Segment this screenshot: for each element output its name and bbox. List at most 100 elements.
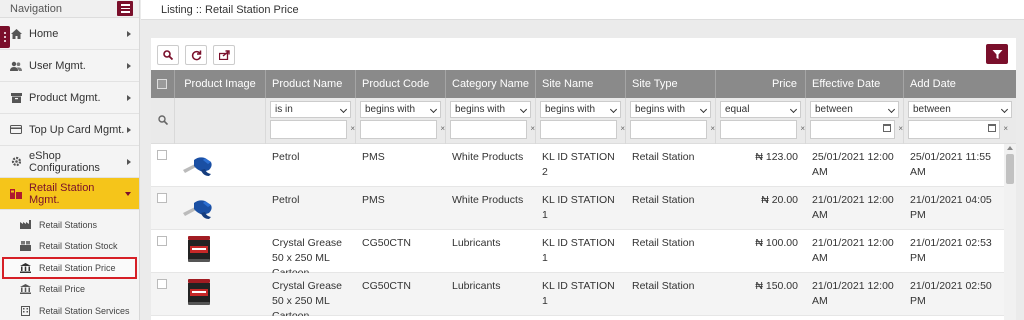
sidebar-subitem-label: Retail Station Stock <box>39 241 118 252</box>
clear-filter-icon[interactable]: × <box>530 124 535 133</box>
clear-filter-icon[interactable]: × <box>710 124 715 133</box>
filter-cell-category-name: begins with × <box>446 98 536 144</box>
filter-operator-select[interactable]: between <box>810 101 899 118</box>
calendar-icon[interactable] <box>988 124 996 132</box>
filter-operator-select[interactable]: begins with <box>450 101 531 118</box>
sidebar-subitem-retail-station-price[interactable]: Retail Station Price <box>2 257 137 279</box>
row-checkbox[interactable] <box>157 279 167 289</box>
cell-product-code: CG50CTN <box>362 237 412 249</box>
column-header-add-date[interactable]: Add Date <box>904 70 1016 98</box>
table-row[interactable]: Petrol PMS White Products KL ID STATION 2 Re… <box>151 144 1004 187</box>
menu-toggle-button[interactable] <box>117 1 133 16</box>
scroll-up-icon[interactable] <box>1007 146 1013 150</box>
filter-value-input[interactable] <box>630 120 707 139</box>
filter-operator-value: between <box>815 104 853 115</box>
column-header-effective-date[interactable]: Effective Date <box>806 70 904 98</box>
sidebar-item-label: Retail Station Mgmt. <box>29 181 95 206</box>
sidebar-subitem-retail-station-stock[interactable]: Retail Station Stock <box>0 236 139 258</box>
chevron-down-icon <box>339 105 348 114</box>
filter-value-input[interactable] <box>720 120 797 139</box>
vertical-scrollbar[interactable] <box>1004 144 1016 320</box>
export-icon <box>218 50 230 60</box>
clear-filter-icon[interactable]: × <box>620 124 625 133</box>
clear-filter-icon[interactable]: × <box>350 124 355 133</box>
clear-filter-icon[interactable]: × <box>1003 124 1008 133</box>
side-options-tab[interactable] <box>0 26 10 48</box>
cell-price: ₦ 123.00 <box>755 151 798 163</box>
users-icon <box>10 60 22 72</box>
filter-cell-product-code: begins with × <box>356 98 446 144</box>
cell-site-name: KL ID STATION 1 <box>542 237 615 264</box>
filter-toggle-button[interactable] <box>986 44 1008 64</box>
filter-operator-select[interactable]: begins with <box>540 101 621 118</box>
scroll-thumb[interactable] <box>1006 154 1014 184</box>
chevron-down-icon <box>887 105 896 114</box>
column-header-product-code[interactable]: Product Code <box>356 70 446 98</box>
export-button[interactable] <box>213 45 235 65</box>
chevron-right-icon <box>127 126 131 133</box>
table-row[interactable]: Crystal Grease 50 x 250 ML Cartoon CG50CT… <box>151 273 1004 316</box>
bank-icon <box>20 262 31 273</box>
column-header-product-name[interactable]: Product Name <box>266 70 356 98</box>
filter-date-input[interactable] <box>908 120 1000 139</box>
filter-operator-value: between <box>913 104 951 115</box>
filter-operator-select[interactable]: begins with <box>630 101 711 118</box>
nav-header-label: Navigation <box>10 2 62 15</box>
sidebar-subitem-retail-stations[interactable]: Retail Stations <box>0 214 139 236</box>
filter-operator-value: equal <box>725 104 750 115</box>
cell-effective-date: 21/01/2021 12:00 AM <box>812 237 894 264</box>
station-icon <box>10 188 22 200</box>
column-header-site-type[interactable]: Site Type <box>626 70 716 98</box>
sidebar-item-eshop-config[interactable]: eShop Configurations <box>0 146 139 178</box>
cell-category-name: Lubricants <box>452 280 501 292</box>
cell-site-type: Retail Station <box>632 237 695 249</box>
column-header-product-image[interactable]: Product Image <box>175 70 266 98</box>
cell-price: ₦ 20.00 <box>761 194 798 206</box>
filter-operator-value: begins with <box>455 104 506 115</box>
column-header-category-name[interactable]: Category Name <box>446 70 536 98</box>
cell-product-name: Crystal Grease 50 x 250 ML Cartoon <box>272 237 343 273</box>
sidebar-item-label: Top Up Card Mgmt. <box>29 123 125 136</box>
refresh-button[interactable] <box>185 45 207 65</box>
cell-site-type: Retail Station <box>632 194 695 206</box>
row-checkbox[interactable] <box>157 236 167 246</box>
filter-operator-select[interactable]: between <box>908 101 1012 118</box>
row-checkbox[interactable] <box>157 193 167 203</box>
table-row[interactable]: Crystal Grease 50 x 250 ML Cartoon CG50CT… <box>151 230 1004 273</box>
sidebar-item-home[interactable]: Home <box>0 18 139 50</box>
filter-value-input[interactable] <box>360 120 437 139</box>
row-checkbox[interactable] <box>157 150 167 160</box>
calendar-icon[interactable] <box>883 124 891 132</box>
search-icon[interactable] <box>158 115 168 125</box>
search-button[interactable] <box>157 45 179 65</box>
sidebar-item-user-mgmt[interactable]: User Mgmt. <box>0 50 139 82</box>
filter-operator-value: begins with <box>545 104 596 115</box>
filter-value-input[interactable] <box>450 120 527 139</box>
sidebar-item-retail-station-mgmt[interactable]: Retail Station Mgmt. <box>0 178 139 210</box>
filter-operator-select[interactable]: equal <box>720 101 801 118</box>
filter-value-input[interactable] <box>540 120 617 139</box>
filter-operator-select[interactable]: begins with <box>360 101 441 118</box>
sidebar-subitem-retail-station-services[interactable]: Retail Station Services <box>0 300 139 320</box>
chevron-right-icon <box>127 30 131 37</box>
column-header-site-name[interactable]: Site Name <box>536 70 626 98</box>
column-header-price[interactable]: Price <box>716 70 806 98</box>
sidebar-item-label: User Mgmt. <box>29 59 86 72</box>
cell-product-code: PMS <box>362 151 385 163</box>
clear-filter-icon[interactable]: × <box>898 124 903 133</box>
sidebar-item-product-mgmt[interactable]: Product Mgmt. <box>0 82 139 114</box>
chevron-down-icon <box>1000 105 1009 114</box>
sidebar-item-topup-card-mgmt[interactable]: Top Up Card Mgmt. <box>0 114 139 146</box>
select-all-checkbox[interactable] <box>157 79 167 89</box>
filter-operator-select[interactable]: is in <box>270 101 351 118</box>
chevron-down-icon <box>609 105 618 114</box>
chevron-down-icon <box>699 105 708 114</box>
cell-add-date: 21/01/2021 02:53 PM <box>910 237 992 264</box>
clear-filter-icon[interactable]: × <box>440 124 445 133</box>
filter-value-input[interactable] <box>270 120 347 139</box>
clear-filter-icon[interactable]: × <box>800 124 805 133</box>
grid-header-row: Product Image Product Name Product Code … <box>151 70 1016 98</box>
table-row[interactable]: Petrol PMS White Products KL ID STATION 1 Re… <box>151 187 1004 230</box>
cell-effective-date: 21/01/2021 12:00 AM <box>812 280 894 307</box>
sidebar-subitem-retail-price[interactable]: Retail Price <box>0 279 139 301</box>
